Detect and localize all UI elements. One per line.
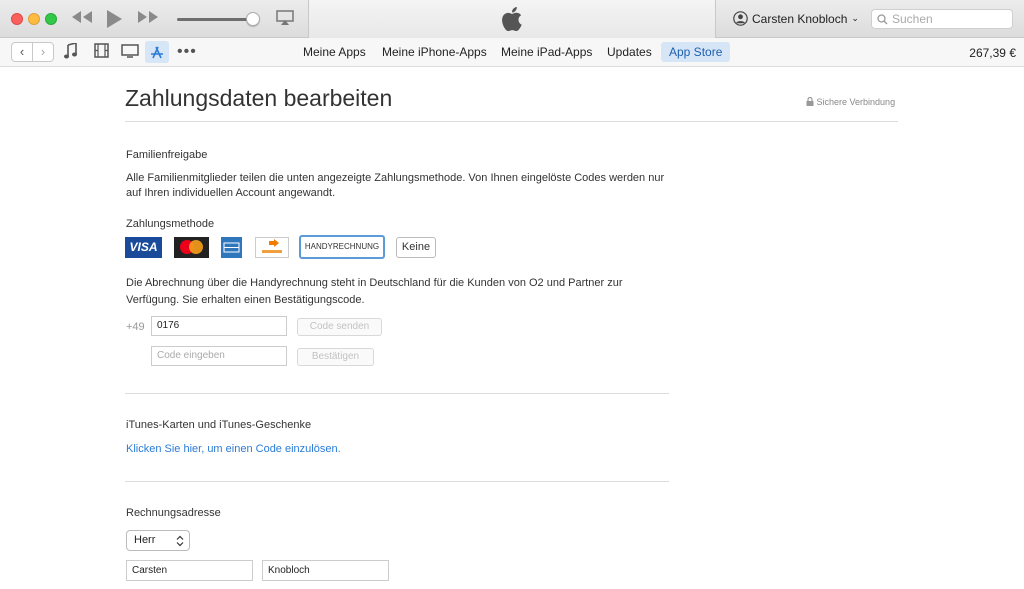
rewind-icon[interactable]	[70, 9, 94, 31]
confirm-button[interactable]: Bestätigen	[297, 348, 374, 366]
fast-forward-icon[interactable]	[136, 9, 160, 31]
tab-meine-ipad-apps[interactable]: Meine iPad-Apps	[493, 42, 600, 62]
title-bar: Carsten Knobloch ⌄ Suchen	[0, 0, 1024, 38]
minimize-window-button[interactable]	[28, 13, 40, 25]
country-prefix: +49	[126, 321, 145, 333]
page-title: Zahlungsdaten bearbeiten	[125, 85, 393, 111]
salutation-select[interactable]: Herr	[126, 530, 190, 551]
itunes-heading: iTunes-Karten und iTunes-Geschenke	[126, 419, 312, 431]
apple-logo-icon	[501, 7, 523, 36]
forward-button[interactable]: ›	[32, 42, 54, 62]
handy-info-line1: Die Abrechnung über die Handyrechnung st…	[126, 277, 623, 289]
more-icon[interactable]: •••	[177, 43, 197, 61]
tv-icon[interactable]	[121, 43, 139, 62]
family-heading: Familienfreigabe	[126, 149, 208, 161]
account-name: Carsten Knobloch	[752, 11, 848, 26]
mastercard-icon[interactable]	[174, 237, 209, 258]
family-text-line2: auf Ihren individuellen Account angewand…	[126, 187, 336, 199]
airplay-icon[interactable]	[276, 10, 294, 32]
zoom-window-button[interactable]	[45, 13, 57, 25]
tab-app-store[interactable]: App Store	[661, 42, 731, 62]
divider	[125, 481, 669, 482]
divider	[125, 393, 669, 394]
search-placeholder: Suchen	[892, 12, 933, 26]
app-store-icon[interactable]	[145, 41, 169, 63]
play-icon[interactable]	[104, 9, 124, 35]
clickandbuy-icon[interactable]	[255, 237, 289, 258]
redeem-code-link[interactable]: Klicken Sie hier, um einen Code einzulös…	[126, 443, 341, 455]
search-field[interactable]: Suchen	[871, 9, 1013, 29]
back-button[interactable]: ‹	[11, 42, 33, 62]
status-display	[308, 0, 716, 38]
code-input[interactable]: Code eingeben	[151, 346, 287, 366]
music-icon[interactable]	[64, 41, 78, 63]
secure-connection-label: Sichere Verbindung	[816, 97, 896, 107]
handyrechnung-button[interactable]: HANDYRECHNUNG	[299, 235, 385, 259]
send-code-button[interactable]: Code senden	[297, 318, 382, 336]
handy-info-line2: Verfügung. Sie erhalten einen Bestätigun…	[126, 294, 365, 306]
billing-heading: Rechnungsadresse	[126, 507, 221, 519]
chevron-down-icon: ⌄	[851, 13, 859, 23]
search-icon	[877, 11, 888, 30]
volume-slider-knob[interactable]	[246, 12, 260, 26]
account-menu[interactable]: Carsten Knobloch ⌄	[733, 11, 859, 26]
select-arrows-icon	[176, 535, 184, 547]
first-name-input[interactable]: Carsten	[126, 560, 253, 581]
film-icon[interactable]	[94, 43, 109, 62]
account-balance: 267,39 €	[969, 46, 1016, 60]
tab-meine-apps[interactable]: Meine Apps	[295, 42, 374, 62]
none-payment-button[interactable]: Keine	[396, 237, 436, 258]
secure-connection-indicator: Sichere Verbindung	[806, 96, 896, 107]
divider	[125, 121, 898, 122]
amex-icon[interactable]	[221, 237, 242, 258]
user-icon	[733, 11, 748, 26]
last-name-input[interactable]: Knobloch	[262, 560, 389, 581]
family-text-line1: Alle Familienmitglieder teilen die unten…	[126, 172, 665, 184]
close-window-button[interactable]	[11, 13, 23, 25]
lock-icon	[806, 96, 814, 106]
phone-number-input[interactable]: 0176	[151, 316, 287, 336]
salutation-value: Herr	[134, 534, 156, 546]
volume-slider-track[interactable]	[177, 18, 257, 21]
visa-card-button[interactable]: VISA	[125, 237, 162, 258]
tab-meine-iphone-apps[interactable]: Meine iPhone-Apps	[374, 42, 495, 62]
tab-updates[interactable]: Updates	[599, 42, 660, 62]
payment-heading: Zahlungsmethode	[126, 218, 215, 230]
